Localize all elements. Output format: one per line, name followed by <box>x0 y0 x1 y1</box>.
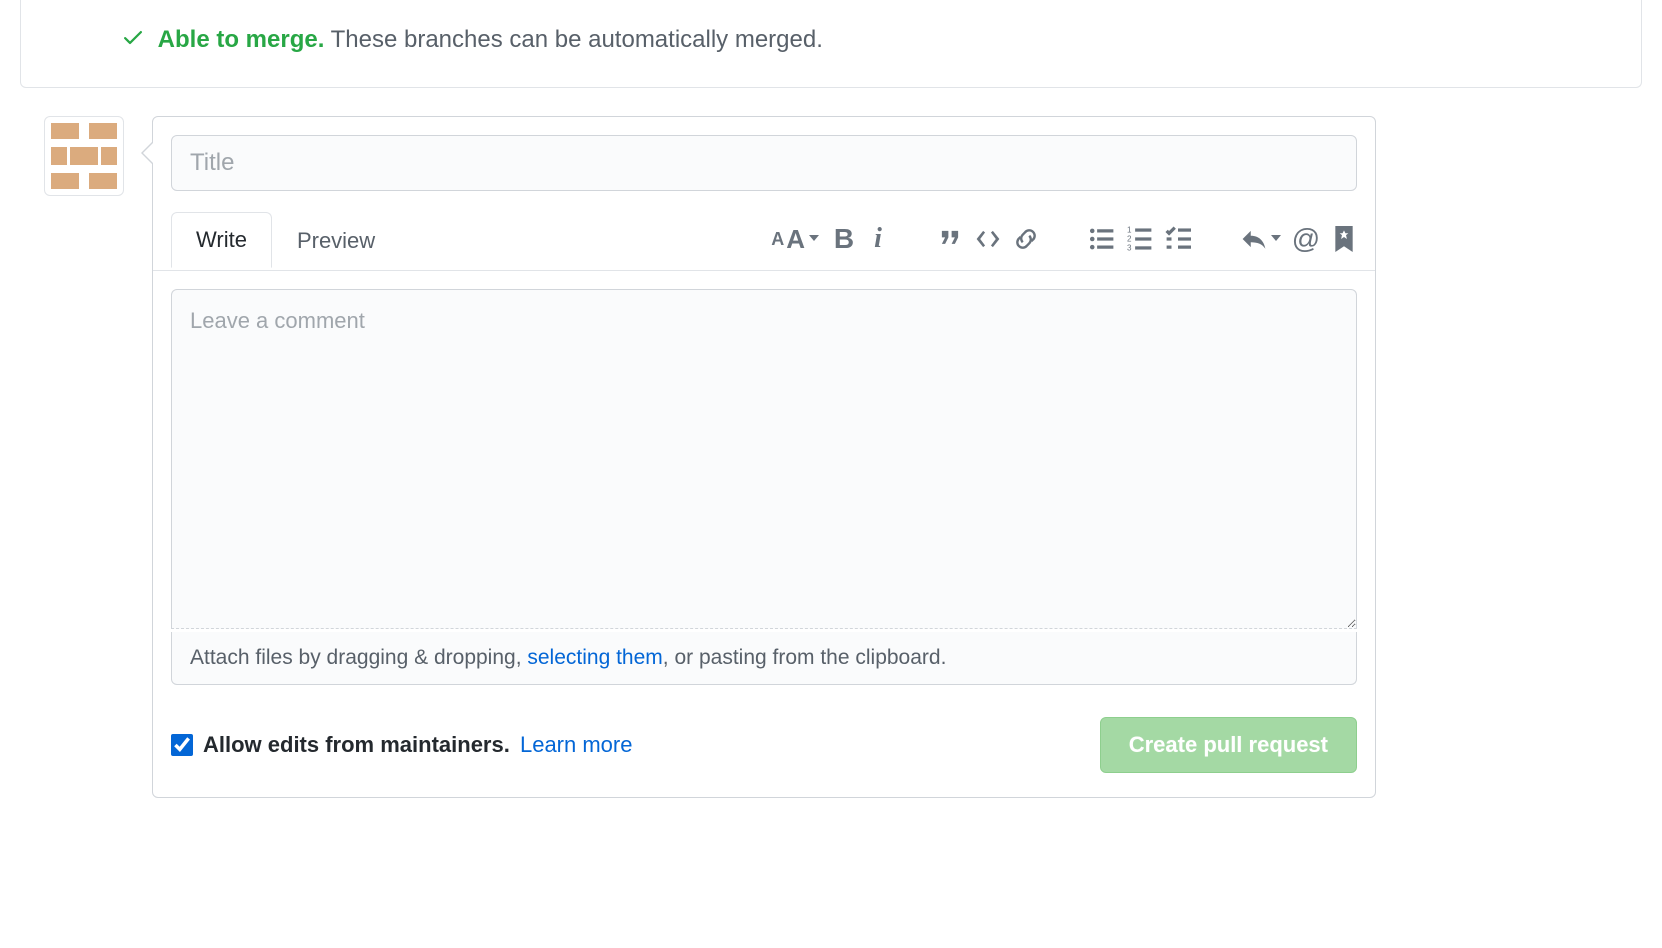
unordered-list-icon[interactable] <box>1089 226 1115 252</box>
task-list-icon[interactable] <box>1165 226 1191 252</box>
tab-write[interactable]: Write <box>171 212 272 268</box>
svg-text:3: 3 <box>1127 244 1132 253</box>
compose-area: Write Preview AA B i <box>44 116 1642 798</box>
reply-icon[interactable] <box>1241 226 1281 252</box>
create-pull-request-button[interactable]: Create pull request <box>1100 717 1357 773</box>
allow-edits-checkbox[interactable] <box>171 734 193 756</box>
markdown-toolbar: AA B i 123 <box>771 224 1357 255</box>
saved-replies-icon[interactable] <box>1331 226 1357 252</box>
svg-text:1: 1 <box>1127 226 1132 235</box>
attach-suffix: , or pasting from the clipboard. <box>663 646 947 669</box>
avatar <box>44 116 124 196</box>
learn-more-link[interactable]: Learn more <box>520 732 633 757</box>
merge-status-box: Able to merge. These branches can be aut… <box>20 0 1642 88</box>
pr-form: Write Preview AA B i <box>152 116 1376 798</box>
tab-preview[interactable]: Preview <box>272 213 400 268</box>
allow-edits-row: Allow edits from maintainers. Learn more <box>171 732 632 758</box>
merge-detail-text: These branches can be automatically merg… <box>331 26 823 53</box>
code-icon[interactable] <box>975 226 1001 252</box>
form-footer: Allow edits from maintainers. Learn more… <box>153 703 1375 797</box>
check-icon <box>121 25 145 57</box>
ordered-list-icon[interactable]: 123 <box>1127 226 1153 252</box>
comment-wrap: Attach files by dragging & dropping, sel… <box>153 271 1375 703</box>
link-icon[interactable] <box>1013 226 1039 252</box>
mention-icon[interactable]: @ <box>1293 226 1319 252</box>
italic-icon[interactable]: i <box>869 226 887 252</box>
merge-status: Able to merge. These branches can be aut… <box>121 24 1609 57</box>
comment-textarea[interactable] <box>171 289 1357 629</box>
svg-text:2: 2 <box>1127 235 1132 244</box>
editor-tab-row: Write Preview AA B i <box>153 209 1375 271</box>
heading-icon[interactable]: AA <box>771 224 819 255</box>
allow-edits-label: Allow edits from maintainers. <box>203 732 510 757</box>
quote-icon[interactable] <box>937 226 963 252</box>
attach-prefix: Attach files by dragging & dropping, <box>190 646 527 669</box>
merge-able-text: Able to merge. <box>158 26 325 53</box>
attach-select-link[interactable]: selecting them <box>527 646 662 669</box>
bold-icon[interactable]: B <box>831 226 857 252</box>
attach-hint: Attach files by dragging & dropping, sel… <box>171 632 1357 685</box>
title-input[interactable] <box>171 135 1357 191</box>
